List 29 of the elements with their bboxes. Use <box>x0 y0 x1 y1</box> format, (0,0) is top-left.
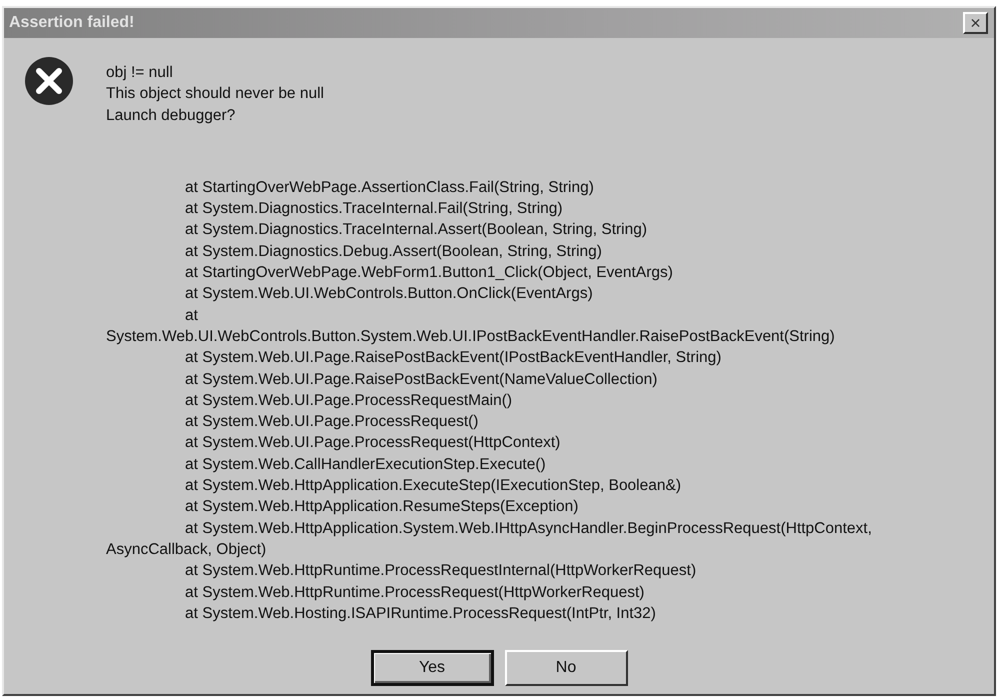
stack-trace-line: at System.Web.UI.Page.ProcessRequest(HttpContext) <box>184 433 562 454</box>
stack-trace-line: at System.Diagnostics.TraceInternal.Assert(Boolean, String, String) <box>184 220 648 240</box>
stack-trace-line: at System.Diagnostics.Debug.Assert(Boolean, String, String) <box>184 242 603 262</box>
stack-trace-line: at System.Web.UI.Page.RaisePostBackEvent(NameValueCollection) <box>184 370 658 390</box>
error-icon <box>24 56 74 106</box>
stack-trace-line: at System.Web.HttpRuntime.ProcessRequest(HttpWorkerRequest) <box>184 582 646 603</box>
no-button[interactable]: No <box>504 650 628 686</box>
stack-trace-line: at System.Web.HttpApplication.System.Web.IHttpAsyncHandler.BeginProcessRequest(HttpContext, <box>184 518 873 539</box>
message-text: Launch debugger? <box>106 106 236 126</box>
message-text: obj != null <box>106 63 174 83</box>
stack-trace-line: AsyncCallback, Object) <box>106 540 268 560</box>
stack-trace-line: at System.Web.CallHandlerExecutionStep.Execute() <box>184 454 547 475</box>
stack-trace-line: at System.Web.UI.WebControls.Button.OnClick(EventArgs) <box>184 284 594 304</box>
stack-trace-line: at System.Diagnostics.TraceInternal.Fail(String, String) <box>184 199 564 220</box>
window-title: Assertion failed! <box>9 14 134 32</box>
stack-trace-line: System.Web.UI.WebControls.Button.System.Web.UI.IPostBackEventHandler.RaisePostBackEvent(String) <box>106 326 836 347</box>
close-button[interactable]: × <box>963 12 988 34</box>
message-text: This object should never be null <box>106 84 324 104</box>
stack-trace-line: at System.Web.HttpRuntime.ProcessRequestInternal(HttpWorkerRequest) <box>184 561 698 582</box>
stack-trace-line: at StartingOverWebPage.AssertionClass.Fail(String, String) <box>184 178 595 198</box>
yes-button[interactable]: Yes <box>370 650 494 686</box>
stack-trace-line: at System.Web.UI.Page.ProcessRequestMain() <box>184 390 514 411</box>
stack-trace-line: at System.Web.Hosting.ISAPIRuntime.ProcessRequest(IntPtr, Int32) <box>184 604 657 624</box>
stack-trace-line: at System.Web.UI.Page.ProcessRequest() <box>184 412 480 432</box>
stack-trace-line: at StartingOverWebPage.WebForm1.Button1_Click(Object, EventArgs) <box>184 263 674 284</box>
stack-trace-line: at System.Web.HttpApplication.ResumeSteps(Exception) <box>184 497 580 518</box>
stack-trace-line: at System.Web.HttpApplication.ExecuteStep(IExecutionStep, Boolean&) <box>184 476 682 496</box>
stack-trace-line: at <box>184 306 199 326</box>
stack-trace-line: at System.Web.UI.Page.RaisePostBackEvent(IPostBackEventHandler, String) <box>184 348 722 368</box>
